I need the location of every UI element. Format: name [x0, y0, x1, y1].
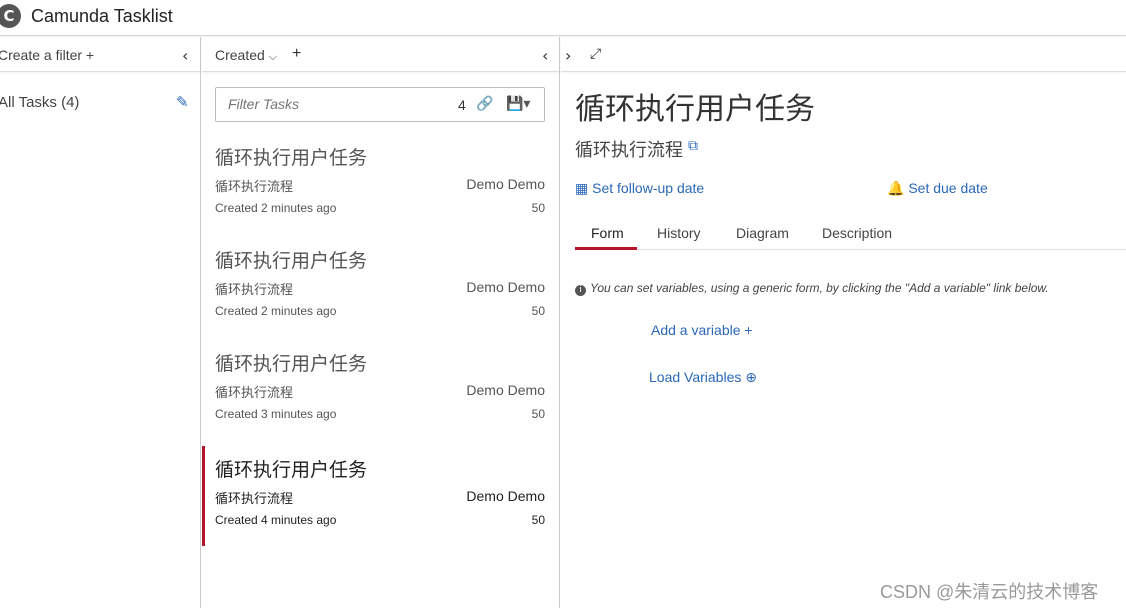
task-name: 循环执行用户任务	[215, 251, 368, 272]
sort-label: Created	[215, 47, 265, 63]
active-tab-underline	[575, 247, 637, 250]
task-assignee: Demo Demo	[466, 279, 545, 295]
task-priority: 50	[531, 304, 545, 318]
tab-diagram[interactable]: Diagram	[736, 225, 789, 241]
task-detail-header: › ⤢	[561, 37, 1126, 72]
load-variables-link[interactable]: Load Variables ⊕	[649, 369, 757, 386]
bell-icon: 🔔	[887, 180, 905, 196]
task-list-item[interactable]: 循环执行用户任务 循环执行流程 Demo Demo Created 2 minu…	[202, 237, 559, 337]
filter-item-all-tasks[interactable]: All Tasks (4)	[0, 94, 79, 111]
task-process: 循环执行流程	[215, 179, 294, 194]
download-circle-icon: ⊕	[745, 370, 757, 386]
task-list-item-selected[interactable]: 循环执行用户任务 循环执行流程 Demo Demo Created 4 minu…	[202, 446, 559, 546]
info-message: You can set variables, using a generic f…	[590, 281, 1049, 295]
filter-tasks-input[interactable]	[228, 96, 428, 112]
task-name: 循环执行用户任务	[215, 148, 368, 169]
task-created: Created 3 minutes ago	[215, 407, 337, 421]
task-detail-panel: › ⤢ 循环执行用户任务 循环执行流程 ⧉ ▦ Set follow-up da…	[561, 37, 1126, 608]
task-list-panel: Created ⌵ + ‹ 4 🔗 💾▾ 循环执行用户任务 循环执行流程 Dem…	[202, 37, 560, 608]
form-info-text: i You can set variables, using a generic …	[575, 281, 1049, 296]
add-variable-link[interactable]: Add a variable +	[651, 322, 753, 338]
task-assignee: Demo Demo	[466, 488, 545, 504]
link-icon[interactable]: 🔗	[476, 95, 493, 112]
sort-created-dropdown[interactable]: Created ⌵	[215, 47, 277, 64]
calendar-icon: ▦	[575, 180, 589, 196]
load-variables-label: Load Variables	[649, 369, 742, 385]
task-name: 循环执行用户任务	[215, 460, 368, 481]
task-created: Created 4 minutes ago	[215, 513, 337, 527]
app-title: Camunda Tasklist	[31, 6, 173, 26]
follow-up-label: Set follow-up date	[592, 180, 705, 196]
collapse-list-chevron-left-icon[interactable]: ‹	[542, 46, 548, 65]
task-filter-search-box: 4 🔗 💾▾	[215, 87, 545, 122]
process-name-link[interactable]: 循环执行流程	[575, 136, 683, 162]
task-process: 循环执行流程	[215, 491, 294, 506]
create-filter-button[interactable]: Create a filter +	[0, 47, 94, 63]
task-name: 循环执行用户任务	[215, 354, 368, 375]
app-header: C Camunda Tasklist	[0, 0, 1126, 36]
external-link-icon[interactable]: ⧉	[688, 138, 698, 154]
camunda-logo-icon: C	[0, 4, 21, 28]
collapse-filters-chevron-left-icon[interactable]: ‹	[182, 46, 188, 65]
save-dropdown-icon[interactable]: 💾▾	[506, 95, 530, 112]
due-label: Set due date	[908, 180, 988, 196]
set-follow-up-date-link[interactable]: ▦ Set follow-up date	[575, 180, 704, 197]
detail-tabs: Form History Diagram Description	[575, 217, 1126, 250]
expand-list-chevron-right-icon[interactable]: ›	[565, 46, 571, 65]
task-title: 循环执行用户任务	[575, 93, 815, 126]
task-created: Created 2 minutes ago	[215, 304, 337, 318]
task-assignee: Demo Demo	[466, 382, 545, 398]
task-list-header: Created ⌵ + ‹	[202, 37, 559, 72]
tab-history[interactable]: History	[657, 225, 701, 241]
task-priority: 50	[531, 407, 545, 421]
task-priority: 50	[531, 201, 545, 215]
task-process: 循环执行流程	[215, 282, 294, 297]
task-created: Created 2 minutes ago	[215, 201, 337, 215]
set-due-date-link[interactable]: 🔔 Set due date	[887, 180, 988, 197]
task-priority: 50	[531, 513, 545, 527]
tab-form[interactable]: Form	[591, 225, 624, 241]
watermark: CSDN @朱清云的技术博客	[880, 582, 1099, 602]
task-process: 循环执行流程	[215, 385, 294, 400]
info-icon: i	[575, 285, 586, 296]
task-list-item[interactable]: 循环执行用户任务 循环执行流程 Demo Demo Created 2 minu…	[202, 134, 559, 234]
task-count: 4	[458, 97, 466, 113]
filters-panel: Create a filter + ‹ All Tasks (4) ✎	[0, 37, 201, 608]
filters-header: Create a filter + ‹	[0, 37, 200, 72]
chevron-down-icon: ⌵	[268, 50, 278, 63]
task-list-item[interactable]: 循环执行用户任务 循环执行流程 Demo Demo Created 3 minu…	[202, 340, 559, 440]
add-sort-plus-icon[interactable]: +	[292, 45, 301, 63]
maximize-icon[interactable]: ⤢	[590, 46, 601, 62]
tab-description[interactable]: Description	[822, 225, 892, 241]
edit-filter-pencil-icon[interactable]: ✎	[176, 93, 189, 111]
task-assignee: Demo Demo	[466, 176, 545, 192]
